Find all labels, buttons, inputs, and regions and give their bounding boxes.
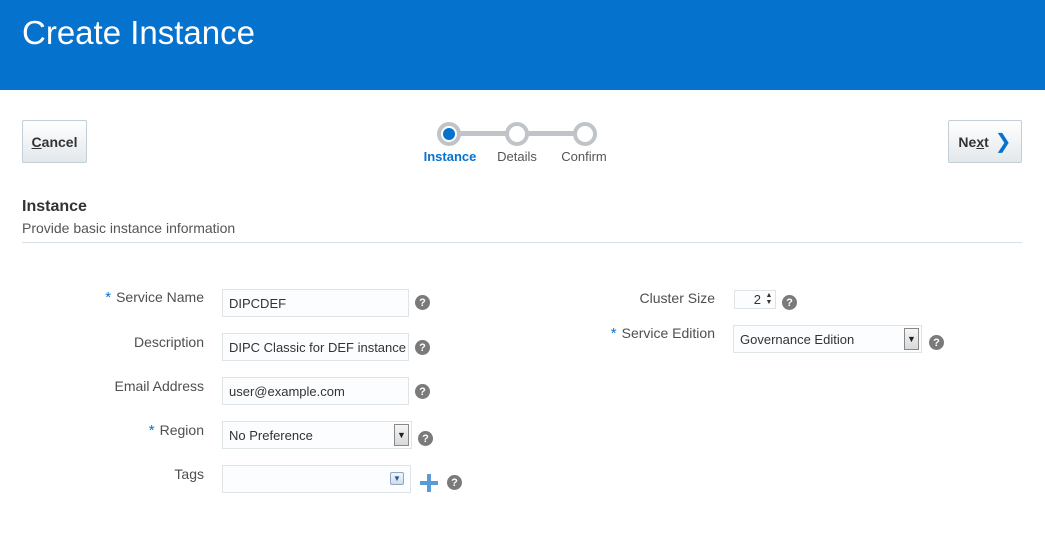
active-step-dot [443,128,455,140]
chevron-down-icon[interactable]: ▼ [904,328,919,350]
train-stop-confirm[interactable] [573,122,597,146]
help-icon[interactable]: ? [415,340,430,355]
tags-input[interactable]: ▼ [222,465,411,493]
chevron-right-icon: ❯ [994,130,1012,153]
required-asterisk: * [148,422,155,439]
description-label: Description [133,334,204,350]
description-input[interactable]: DIPC Classic for DEF instance [222,333,409,361]
decrement-icon[interactable]: ▼ [764,299,774,306]
help-icon[interactable]: ? [929,335,944,350]
cancel-label: ancel [41,133,78,150]
help-icon[interactable]: ? [447,475,462,490]
help-icon[interactable]: ? [415,295,430,310]
help-icon[interactable]: ? [418,431,433,446]
next-button[interactable]: Next ❯ [948,120,1022,163]
train-connector-1 [460,131,510,136]
required-asterisk: * [105,289,112,306]
train-stop-instance[interactable] [437,122,461,146]
service-name-label: * Service Name [105,289,204,306]
region-label: * Region [148,422,204,439]
cancel-access-key: C [31,133,42,150]
train-connector-2 [528,131,578,136]
section-subtitle: Provide basic instance information [22,220,236,236]
help-icon[interactable]: ? [415,384,430,399]
chevron-down-icon[interactable]: ▼ [394,424,409,446]
page-header: Create Instance [0,0,1045,90]
service-edition-select[interactable]: Governance Edition ▼ [733,325,922,353]
required-asterisk: * [610,325,617,342]
service-edition-label: * Service Edition [610,325,715,342]
help-icon[interactable]: ? [782,295,797,310]
cancel-button[interactable]: Cancel [22,120,87,163]
train-stop-details[interactable] [505,122,529,146]
add-tag-icon[interactable] [420,474,438,492]
stepper-buttons[interactable]: ▲ ▼ [764,292,774,307]
tags-label: Tags [174,466,204,482]
email-input[interactable]: user@example.com [222,377,409,405]
service-edition-value: Governance Edition [740,332,855,347]
page-title: Create Instance [22,14,255,51]
chevron-down-icon[interactable]: ▼ [390,472,404,485]
train-label-confirm[interactable]: Confirm [544,149,624,164]
region-select-value: No Preference [229,428,313,443]
region-select[interactable]: No Preference ▼ [222,421,412,449]
cluster-size-value: 2 [753,292,761,307]
cluster-size-stepper[interactable]: 2 ▲ ▼ [734,290,776,309]
cluster-size-label: Cluster Size [639,290,715,306]
next-label: Next [958,133,989,150]
service-name-input[interactable]: DIPCDEF [222,289,409,317]
section-divider [22,242,1022,243]
section-title: Instance [22,198,87,215]
increment-icon[interactable]: ▲ [764,292,774,299]
email-label: Email Address [114,378,204,394]
